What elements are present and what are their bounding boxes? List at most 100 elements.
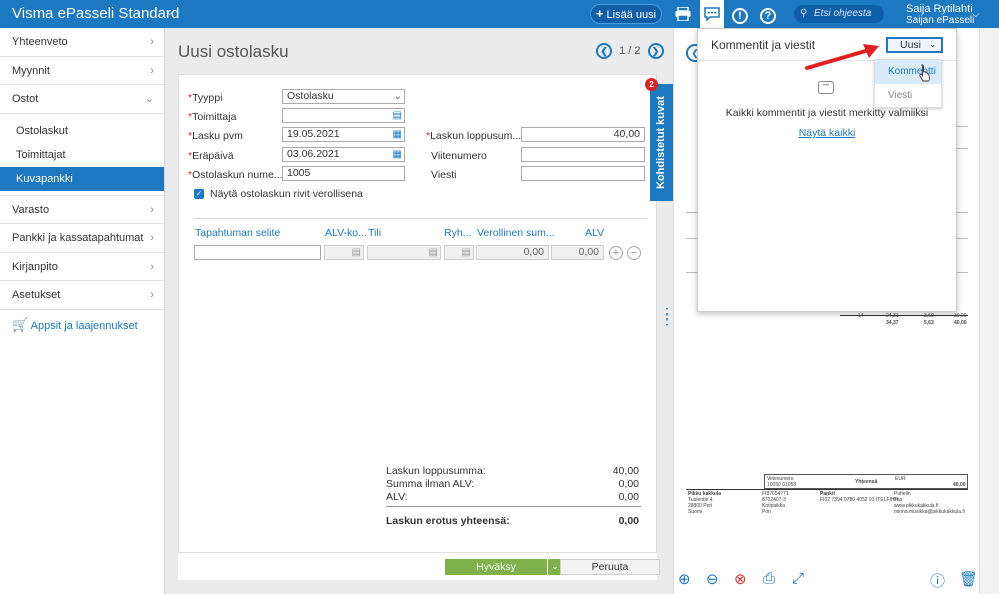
doc-cell: 5,63	[924, 320, 934, 326]
summary-divider	[386, 506, 641, 507]
search-placeholder: Etsi ohjeesta	[814, 8, 872, 19]
print-icon[interactable]	[672, 3, 694, 25]
attached-images-tab[interactable]: Kohdistetut kuvat	[650, 84, 673, 201]
sidebar-subitem-toimittajat[interactable]: Toimittajat	[0, 143, 164, 167]
option-message[interactable]: Viesti	[875, 84, 941, 108]
previous-icon[interactable]: ❮	[596, 43, 612, 59]
row-group-field[interactable]: ▤	[444, 245, 474, 260]
zoom-reset-icon[interactable]: ⊗	[734, 570, 747, 588]
sidebar-item-ostot[interactable]: Ostot ⌄	[0, 85, 164, 114]
message-field[interactable]	[521, 166, 645, 181]
supplier-field[interactable]: ▤	[282, 108, 405, 123]
approve-button[interactable]: Hyväksy	[445, 559, 547, 575]
doc-total-label: Yhteensä	[855, 479, 878, 485]
apps-link[interactable]: 🛒 Appsit ja laajennukset	[0, 310, 164, 341]
type-select[interactable]: Ostolasku ⌄	[282, 89, 405, 104]
lookup-icon[interactable]: ▤	[393, 109, 402, 122]
total-field[interactable]: 40,00	[521, 127, 645, 142]
hand-cursor-icon	[919, 64, 931, 82]
col-group: Ryh...	[444, 227, 472, 239]
invoice-number-field[interactable]: 1005	[282, 166, 405, 181]
sidebar-item-kirjanpito[interactable]: Kirjanpito ›	[0, 253, 164, 281]
doc-currency: EUR	[895, 476, 906, 482]
sidebar-subitem-ostolaskut[interactable]: Ostolaskut	[0, 119, 164, 143]
show-all-link[interactable]: Näytä kaikki	[698, 127, 956, 139]
alert-icon[interactable]: !	[729, 3, 751, 25]
sidebar-item-label: Kirjanpito	[12, 260, 58, 273]
add-new-button[interactable]: + Lisää uusi	[590, 4, 662, 24]
message-label: Viesti	[431, 169, 457, 181]
sidebar-item-myynnit[interactable]: Myynnit ›	[0, 57, 164, 85]
sidebar-item-pankki[interactable]: Pankki ja kassatapahtumat ›	[0, 224, 164, 253]
summary-value: 0,00	[618, 491, 639, 503]
sidebar-item-asetukset[interactable]: Asetukset ›	[0, 281, 164, 310]
row-vat-field[interactable]: 0,00	[551, 245, 604, 260]
popup-title: Kommentit ja viestit	[711, 38, 816, 52]
zoom-in-icon[interactable]: ⊕	[678, 570, 691, 588]
new-dropdown[interactable]: Uusi ⌄	[886, 37, 943, 53]
summary-label: Summa ilman ALV:	[386, 478, 475, 490]
due-date-label: *Eräpäivä	[188, 150, 234, 162]
expand-icon[interactable]: ⤢	[792, 570, 804, 587]
scrollbar[interactable]	[979, 28, 999, 594]
search-input[interactable]: ⚲ Etsi ohjeesta	[794, 5, 884, 23]
attached-images-badge: 2	[645, 78, 658, 91]
row-vat-code-field[interactable]: ▤	[324, 245, 364, 260]
doc-cell: 34,37	[886, 320, 899, 326]
sidebar-item-label: Varasto	[12, 203, 50, 216]
gross-rows-checkbox[interactable]: ✓	[194, 189, 204, 199]
type-label: *Tyyppi	[188, 92, 223, 104]
col-vat: ALV	[585, 227, 605, 239]
user-menu[interactable]: Saija Rytilahti Saijan ePasseli	[906, 3, 974, 27]
apps-label: Appsit ja laajennukset	[30, 319, 138, 332]
row-description-field[interactable]	[194, 245, 321, 260]
row-account-field[interactable]: ▤	[367, 245, 441, 260]
summary-label: Laskun loppusumma:	[386, 465, 486, 477]
print-icon[interactable]: ⎙	[763, 570, 775, 587]
col-vat-code: ALV-ko...	[325, 227, 367, 239]
lookup-icon: ▤	[461, 247, 471, 258]
col-account: Tili	[368, 227, 382, 239]
app-title[interactable]: Visma ePasseli Standard	[12, 5, 179, 22]
sidebar-item-label: Ostot	[12, 93, 39, 105]
sidebar-item-label: Yhteenveto	[12, 36, 68, 48]
invoice-date-field[interactable]: 19.05.2021 ▦	[282, 127, 405, 142]
divider	[194, 218, 647, 219]
cancel-button[interactable]: Peruuta	[560, 559, 660, 575]
invoice-date-label: *Lasku pvm	[188, 130, 243, 142]
zoom-out-icon[interactable]: ⊖	[706, 570, 719, 588]
basket-icon: 🛒	[12, 316, 29, 332]
page-title: Uusi ostolasku	[178, 42, 289, 61]
reference-field[interactable]	[521, 147, 645, 162]
company-name: Saijan ePasseli	[906, 15, 975, 26]
invoice-form: *Tyyppi Ostolasku ⌄ *Toimittaja ▤ *Lasku …	[178, 74, 657, 579]
doc-bank-line: FI02 7394 0780 4052 93 ITELFIHH	[820, 497, 899, 503]
doc-total-value: 40,00	[953, 482, 966, 488]
sidebar-subitem-kuvapankki[interactable]: Kuvapankki	[0, 166, 164, 191]
lookup-icon: ▤	[351, 247, 361, 258]
due-date-field[interactable]: 03.06.2021 ▦	[282, 147, 405, 162]
comments-icon[interactable]	[700, 0, 724, 28]
doc-email: minna.musikka@pikkukakkula.fi	[894, 509, 965, 515]
top-bar: Visma ePasseli Standard ⌵ + Lisää uusi !…	[0, 0, 999, 28]
row-gross-amount-field[interactable]: 0,00	[476, 245, 549, 260]
trash-icon[interactable]: 🗑	[959, 570, 978, 588]
col-description: Tapahtuman selite	[195, 227, 281, 239]
info-icon[interactable]: ⓘ	[930, 570, 945, 591]
sidebar-item-yhteenveto[interactable]: Yhteenveto ›	[0, 28, 164, 57]
sidebar-item-varasto[interactable]: Varasto ›	[0, 196, 164, 224]
calendar-icon[interactable]: ▦	[393, 128, 402, 141]
form-footer: Hyväksy ⌄ Peruuta	[178, 552, 660, 580]
remove-row-icon[interactable]: −	[627, 246, 641, 260]
doc-payment-box: Viitenumero 10050 01058 Yhteensä EUR 40,…	[764, 474, 968, 489]
drag-handle-icon[interactable]: ⋮ ⋮	[660, 306, 674, 326]
chevron-down-icon: ⌄	[393, 91, 402, 102]
chevron-down-icon[interactable]: ⌵	[972, 9, 980, 20]
add-row-icon[interactable]: +	[609, 246, 623, 260]
help-icon[interactable]: ?	[757, 3, 779, 25]
pager: ❮ 1 / 2 ❯	[596, 43, 664, 59]
chevron-down-icon[interactable]: ⌵	[166, 7, 174, 18]
chevron-right-icon: ›	[150, 64, 154, 77]
calendar-icon[interactable]: ▦	[393, 148, 402, 161]
next-icon[interactable]: ❯	[647, 43, 664, 59]
